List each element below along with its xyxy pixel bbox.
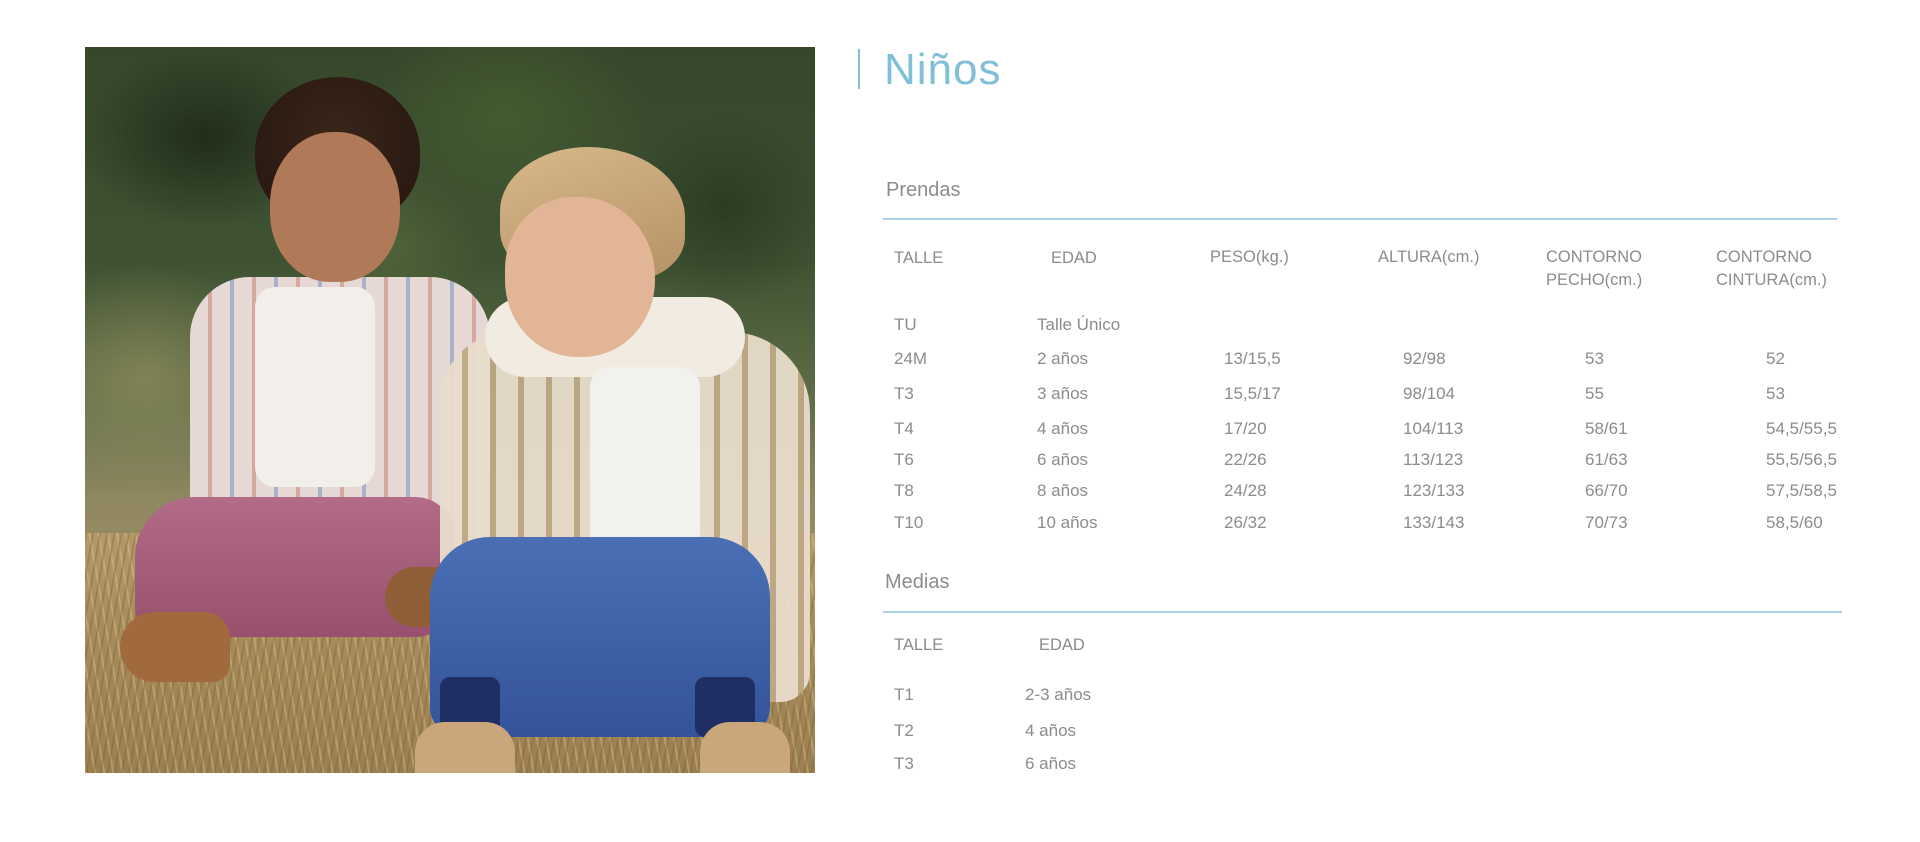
title-accent-bar <box>858 49 860 89</box>
cell-talle: T2 <box>894 721 914 740</box>
size-chart-page: Niños Prendas TALLE EDAD PESO(kg.) ALTUR… <box>0 0 1920 842</box>
boy-face <box>505 197 655 357</box>
medias-section-title: Medias <box>885 571 950 593</box>
girl-shoe <box>120 612 230 682</box>
cell-talle: 24M <box>894 349 928 368</box>
cell-edad: 8 años <box>1037 481 1089 500</box>
cell-pecho: 53 <box>1585 349 1604 368</box>
cell-edad: 3 años <box>1037 384 1089 403</box>
prendas-section-title: Prendas <box>886 179 961 201</box>
cell-peso: 17/20 <box>1224 419 1267 438</box>
cell-peso: 13/15,5 <box>1224 349 1281 368</box>
header-contorno-pecho: CONTORNO PECHO(cm.) <box>1546 246 1642 292</box>
cell-cintura: 53 <box>1766 384 1785 403</box>
cell-peso: 15,5/17 <box>1224 384 1281 403</box>
boy-shoe <box>700 722 790 773</box>
header-pecho-line1: CONTORNO <box>1546 248 1642 266</box>
cell-cintura: 58,5/60 <box>1766 513 1823 532</box>
header-edad: EDAD <box>1051 249 1097 267</box>
header-cintura-line1: CONTORNO <box>1716 248 1812 266</box>
prendas-divider <box>883 218 1837 220</box>
cell-altura: 123/133 <box>1403 481 1465 500</box>
cell-pecho: 70/73 <box>1585 513 1628 532</box>
page-title: Niños <box>884 45 1002 94</box>
header-talle: TALLE <box>894 636 944 654</box>
cell-cintura: 54,5/55,5 <box>1766 419 1837 438</box>
cell-edad: 4 años <box>1025 721 1077 740</box>
cell-peso: 24/28 <box>1224 481 1267 500</box>
header-pecho-line2: PECHO(cm.) <box>1546 271 1643 289</box>
cell-pecho: 61/63 <box>1585 450 1628 469</box>
cell-talle: T8 <box>894 481 914 500</box>
cell-talle: T3 <box>894 384 914 403</box>
header-cintura-line2: CINTURA(cm.) <box>1716 271 1827 289</box>
cell-altura: 92/98 <box>1403 349 1446 368</box>
cell-edad: 10 años <box>1037 513 1098 532</box>
cell-altura: 98/104 <box>1403 384 1455 403</box>
cell-talle: T1 <box>894 685 914 704</box>
cell-talle: T3 <box>894 754 914 773</box>
header-altura: ALTURA(cm.) <box>1378 248 1480 266</box>
cell-peso: 26/32 <box>1224 513 1267 532</box>
cell-talle: T10 <box>894 513 924 532</box>
cell-cintura: 55,5/56,5 <box>1766 450 1837 469</box>
cell-altura: 113/123 <box>1403 450 1464 469</box>
header-edad: EDAD <box>1039 636 1085 654</box>
cell-edad: Talle Único <box>1037 315 1121 334</box>
cell-altura: 133/143 <box>1403 513 1465 532</box>
cell-altura: 104/113 <box>1403 419 1464 438</box>
header-contorno-cintura: CONTORNO CINTURA(cm.) <box>1716 246 1827 292</box>
cell-peso: 22/26 <box>1224 450 1267 469</box>
header-peso: PESO(kg.) <box>1210 248 1289 266</box>
girl-blouse <box>255 287 375 487</box>
cell-edad: 2-3 años <box>1025 685 1092 704</box>
cell-pecho: 55 <box>1585 384 1604 403</box>
cell-talle: T6 <box>894 450 914 469</box>
cell-edad: 6 años <box>1025 754 1077 773</box>
girl-face <box>270 132 400 282</box>
cell-cintura: 52 <box>1766 349 1785 368</box>
cell-talle: TU <box>894 315 917 334</box>
kids-photo <box>85 47 815 773</box>
cell-cintura: 57,5/58,5 <box>1766 481 1837 500</box>
cell-edad: 6 años <box>1037 450 1089 469</box>
cell-edad: 2 años <box>1037 349 1089 368</box>
cell-pecho: 58/61 <box>1585 419 1628 438</box>
cell-talle: T4 <box>894 419 914 438</box>
cell-pecho: 66/70 <box>1585 481 1628 500</box>
boy-shoe <box>415 722 515 773</box>
header-talle: TALLE <box>894 249 944 267</box>
medias-divider <box>883 611 1842 613</box>
cell-edad: 4 años <box>1037 419 1089 438</box>
